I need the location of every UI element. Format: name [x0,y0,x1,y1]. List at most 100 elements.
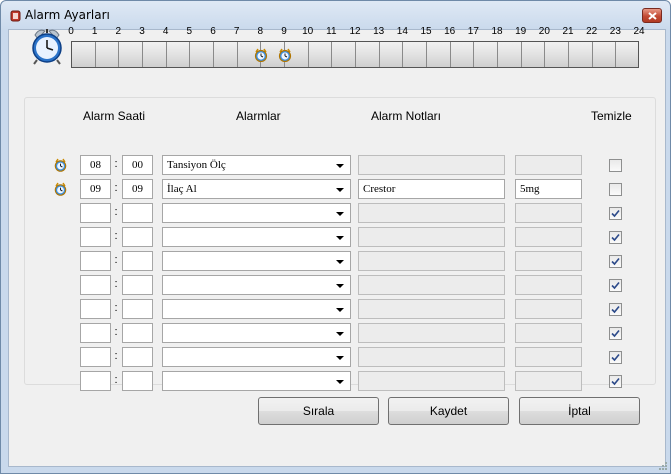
clear-header: Temizle [591,109,632,123]
hour-input[interactable] [80,227,111,247]
alarms-header: Alarmlar [236,109,281,123]
hour-tick [307,42,309,67]
hour-input[interactable] [80,275,111,295]
chevron-down-icon[interactable] [336,356,344,360]
alarm-dose-input[interactable] [515,347,582,367]
sort-button[interactable]: Sırala [258,397,379,425]
hour-label: 20 [538,26,550,37]
chevron-down-icon[interactable] [336,188,344,192]
alarm-timeline-bar[interactable] [71,41,639,68]
alarm-dose-input[interactable]: 5mg [515,179,582,199]
minute-input[interactable] [122,347,153,367]
clear-checkbox[interactable] [609,255,622,268]
chevron-down-icon[interactable] [336,260,344,264]
minute-input[interactable] [122,323,153,343]
hour-input[interactable] [80,299,111,319]
time-separator: : [114,158,118,170]
clear-checkbox[interactable] [609,351,622,364]
chevron-down-icon[interactable] [336,332,344,336]
alarm-note-input[interactable] [358,371,505,391]
clear-checkbox[interactable] [609,279,622,292]
chevron-down-icon[interactable] [336,284,344,288]
timeline-alarm-marker-icon[interactable] [254,48,268,62]
checkmark-icon [611,377,620,386]
checkmark-icon [611,305,620,314]
alarm-type-select[interactable] [162,323,351,343]
minute-input[interactable] [122,371,153,391]
save-button[interactable]: Kaydet [388,397,509,425]
alarm-type-select[interactable]: Tansiyon Ölç [162,155,351,175]
alarm-type-select[interactable] [162,227,351,247]
hour-label: 10 [302,26,314,37]
clear-checkbox[interactable] [609,159,622,172]
cancel-button[interactable]: İptal [519,397,640,425]
alarm-dose-input[interactable] [515,251,582,271]
alarm-dose-input[interactable] [515,155,582,175]
clear-checkbox[interactable] [609,303,622,316]
alarm-type-select[interactable] [162,275,351,295]
alarm-note-input[interactable] [358,227,505,247]
chevron-down-icon[interactable] [336,212,344,216]
row-alarm-clock-icon [54,158,67,172]
hour-tick [520,42,522,67]
minute-input[interactable] [122,299,153,319]
hour-input[interactable] [80,251,111,271]
time-separator: : [114,206,118,218]
hour-label: 12 [349,26,361,37]
alarm-note-input[interactable] [358,299,505,319]
minute-input[interactable] [122,227,153,247]
hour-input[interactable] [80,323,111,343]
alarm-note-input[interactable]: Crestor [358,179,505,199]
alarm-note-input[interactable] [358,155,505,175]
timeline-alarm-marker-icon[interactable] [278,48,292,62]
close-button[interactable] [642,8,662,23]
close-icon [648,12,657,20]
alarm-dose-input[interactable] [515,275,582,295]
alarm-type-select[interactable]: İlaç Al [162,179,351,199]
chevron-down-icon[interactable] [336,380,344,384]
minute-input[interactable] [122,203,153,223]
minute-input[interactable] [122,251,153,271]
hour-input[interactable] [80,371,111,391]
chevron-down-icon[interactable] [336,308,344,312]
hour-input[interactable] [80,347,111,367]
clear-checkbox[interactable] [609,375,622,388]
hour-label: 1 [91,26,98,37]
alarm-app-icon [10,10,21,22]
minute-input[interactable]: 09 [122,179,153,199]
alarm-type-select[interactable] [162,347,351,367]
clear-checkbox[interactable] [609,231,622,244]
chevron-down-icon[interactable] [336,236,344,240]
hour-label: 0 [68,26,74,37]
alarm-dose-input[interactable] [515,323,582,343]
alarm-type-select[interactable] [162,251,351,271]
hour-tick [568,42,569,67]
alarm-dose-input[interactable] [515,371,582,391]
resize-grip-icon[interactable] [658,461,668,471]
hour-input[interactable]: 08 [80,155,111,175]
alarm-dose-input[interactable] [515,203,582,223]
alarm-type-select[interactable] [162,299,351,319]
alarm-type-select[interactable] [162,203,351,223]
alarm-dose-input[interactable] [515,299,582,319]
clear-checkbox[interactable] [609,207,622,220]
alarm-note-input[interactable] [358,203,505,223]
hour-label: 8 [257,26,264,37]
alarm-note-input[interactable] [358,323,505,343]
alarm-type-select[interactable] [162,371,351,391]
minute-input[interactable]: 00 [122,155,153,175]
hour-input[interactable]: 09 [80,179,111,199]
minute-input[interactable] [122,275,153,295]
alarm-dose-input[interactable] [515,227,582,247]
clear-checkbox[interactable] [609,183,622,196]
hour-input[interactable] [80,203,111,223]
alarm-note-input[interactable] [358,251,505,271]
hour-label: 13 [373,26,385,37]
clear-checkbox[interactable] [609,327,622,340]
hour-label: 17 [467,26,479,37]
alarm-note-input[interactable] [358,347,505,367]
chevron-down-icon[interactable] [336,164,344,168]
hour-label: 2 [115,26,122,37]
alarm-note-input[interactable] [358,275,505,295]
hour-tick [426,42,427,67]
